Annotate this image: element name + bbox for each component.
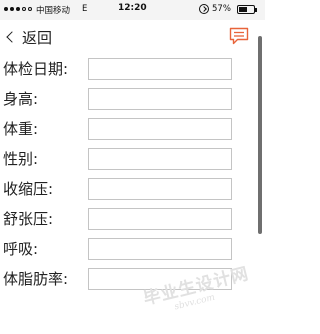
nav-bar: 返回	[0, 20, 265, 54]
form-row-gender: 性别:	[0, 144, 256, 174]
clock: 12:20	[118, 3, 147, 13]
exam-date-label: 体检日期:	[3, 60, 69, 78]
status-bar: 中国移动 E 12:20 57%	[0, 0, 265, 20]
form-row-body-fat: 体脂肪率:	[0, 264, 256, 294]
form-row-height: 身高:	[0, 84, 256, 114]
chevron-left-icon	[6, 31, 18, 43]
diastolic-pressure-label: 舒张压:	[3, 210, 54, 228]
network-type: E	[82, 4, 88, 14]
body-fat-input[interactable]	[88, 268, 232, 290]
carrier-name: 中国移动	[36, 6, 71, 16]
body-fat-label: 体脂肪率:	[3, 270, 69, 288]
rotation-lock-icon	[199, 4, 209, 14]
back-label: 返回	[22, 28, 53, 47]
form-row-systolic: 收缩压:	[0, 174, 256, 204]
message-icon	[229, 27, 249, 45]
gender-label: 性别:	[3, 150, 39, 168]
respiration-input[interactable]	[88, 238, 232, 260]
scrollbar[interactable]	[258, 36, 262, 234]
signal-strength-icon	[4, 7, 32, 11]
battery-icon	[237, 5, 257, 14]
systolic-pressure-input[interactable]	[88, 178, 232, 200]
battery-percentage: 57%	[212, 4, 231, 14]
respiration-label: 呼吸:	[3, 240, 39, 258]
weight-input[interactable]	[88, 118, 232, 140]
height-label: 身高:	[3, 90, 39, 108]
back-button[interactable]: 返回	[4, 26, 52, 48]
height-input[interactable]	[88, 88, 232, 110]
form-row-weight: 体重:	[0, 114, 256, 144]
form-row-respiration: 呼吸:	[0, 234, 256, 264]
exam-date-input[interactable]	[88, 58, 232, 80]
systolic-pressure-label: 收缩压:	[3, 180, 54, 198]
form-row-diastolic: 舒张压:	[0, 204, 256, 234]
form-row-exam-date: 体检日期:	[0, 54, 256, 84]
message-button[interactable]	[229, 27, 249, 46]
diastolic-pressure-input[interactable]	[88, 208, 232, 230]
weight-label: 体重:	[3, 120, 39, 138]
gender-input[interactable]	[88, 148, 232, 170]
